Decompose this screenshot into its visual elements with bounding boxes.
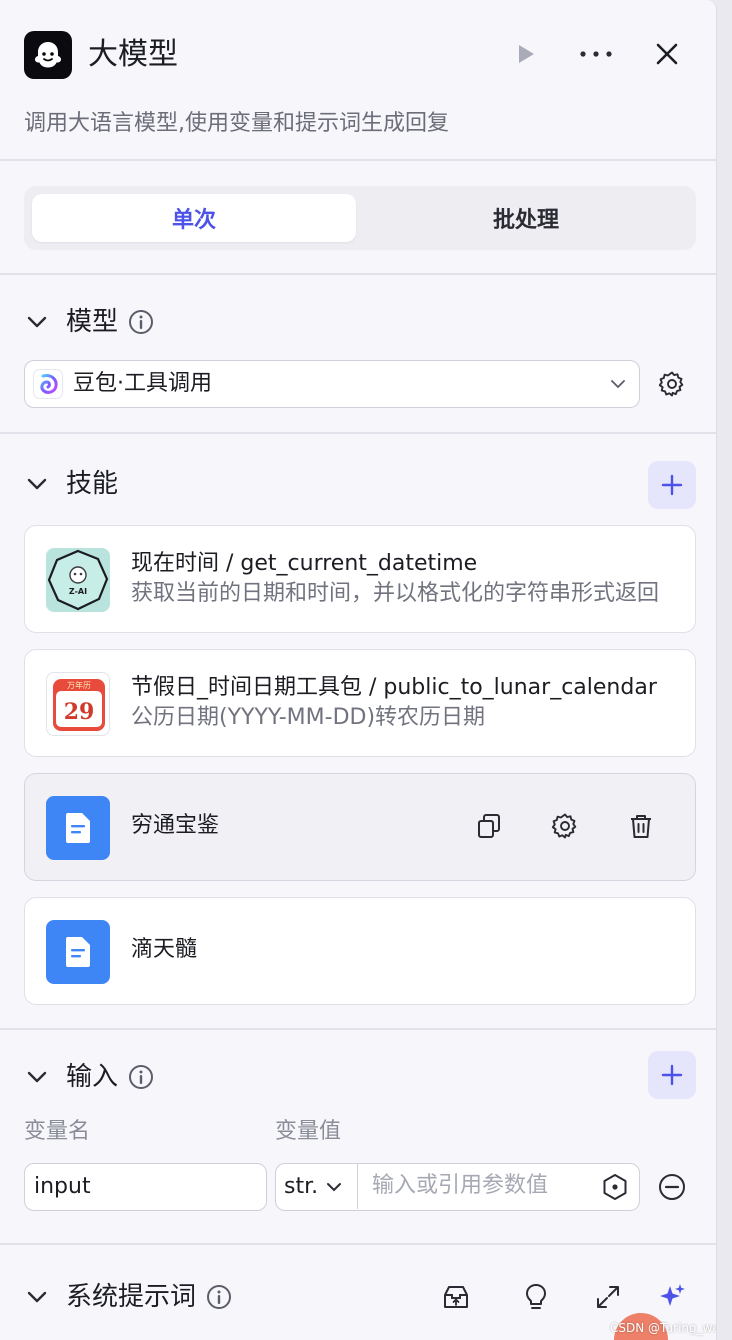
input-section-header: 输入 bbox=[24, 1057, 154, 1097]
tab-single[interactable]: 单次 bbox=[32, 194, 356, 242]
prompt-library-button[interactable] bbox=[436, 1277, 476, 1317]
divider bbox=[0, 273, 716, 275]
mode-switch: 单次 批处理 bbox=[24, 186, 696, 250]
remove-input-button[interactable] bbox=[652, 1167, 692, 1207]
system-prompt-section-header: 系统提示词 bbox=[24, 1277, 232, 1317]
variable-name-input[interactable]: input bbox=[24, 1163, 267, 1211]
calendar-top-label: 万年历 bbox=[67, 680, 91, 690]
type-select-value: str. bbox=[284, 1174, 319, 1199]
lightbulb-icon bbox=[526, 1284, 546, 1309]
document-icon bbox=[46, 796, 110, 860]
model-select-value: 豆包·工具调用 bbox=[73, 371, 212, 396]
prompt-tips-button[interactable] bbox=[516, 1277, 556, 1317]
skill-card[interactable]: 穷通宝鉴 bbox=[24, 773, 696, 881]
z-ai-bot-icon: Z-AI bbox=[46, 548, 110, 612]
model-section-title: 模型 bbox=[66, 307, 119, 337]
collapse-chevron-icon[interactable] bbox=[24, 471, 50, 497]
delete-skill-button[interactable] bbox=[621, 806, 661, 846]
calendar-icon: 万年历 29 bbox=[46, 672, 110, 736]
column-label-name: 变量名 bbox=[24, 1119, 91, 1144]
add-skill-button[interactable] bbox=[648, 461, 696, 509]
add-input-button[interactable] bbox=[648, 1051, 696, 1099]
collapse-chevron-icon[interactable] bbox=[24, 1064, 50, 1090]
skill-description: 获取当前的日期和时间，并以格式化的字符串形式返回 bbox=[131, 581, 660, 606]
reference-variable-icon[interactable] bbox=[601, 1173, 629, 1201]
minus-circle-icon bbox=[659, 1174, 685, 1200]
more-button[interactable] bbox=[578, 36, 614, 72]
column-label-value: 变量值 bbox=[275, 1119, 342, 1144]
panel-header: 大模型 调用大语言模型,使用变量和提示词生成回复 bbox=[0, 0, 716, 160]
info-icon[interactable] bbox=[128, 309, 154, 335]
prompt-library-icon bbox=[444, 1286, 468, 1308]
trash-icon bbox=[631, 815, 651, 838]
tab-batch[interactable]: 批处理 bbox=[364, 194, 688, 242]
divider bbox=[0, 1243, 716, 1245]
copy-icon bbox=[478, 814, 500, 838]
system-prompt-title: 系统提示词 bbox=[66, 1282, 197, 1312]
close-button[interactable] bbox=[649, 36, 685, 72]
skill-title: 节假日_时间日期工具包 / public_to_lunar_calendar bbox=[131, 675, 657, 700]
skill-title: 穷通宝鉴 bbox=[131, 813, 220, 838]
input-section-title: 输入 bbox=[66, 1062, 119, 1092]
calendar-day-label: 29 bbox=[64, 699, 95, 725]
info-icon[interactable] bbox=[206, 1284, 232, 1310]
skill-title: 现在时间 / get_current_datetime bbox=[131, 551, 478, 576]
divider bbox=[0, 432, 716, 434]
more-dots-icon bbox=[580, 51, 612, 57]
collapse-chevron-icon[interactable] bbox=[24, 1284, 50, 1310]
chevron-down-icon bbox=[611, 380, 625, 389]
close-icon bbox=[656, 43, 678, 65]
skills-section-header: 技能 bbox=[24, 464, 118, 504]
gear-icon bbox=[551, 813, 577, 839]
play-icon bbox=[519, 45, 534, 63]
chevron-down-icon bbox=[327, 1182, 342, 1191]
copy-skill-button[interactable] bbox=[469, 806, 509, 846]
skill-title: 滴天髓 bbox=[131, 937, 198, 962]
skill-description: 公历日期(YYYY-MM-DD)转农历日期 bbox=[131, 705, 486, 730]
watermark: CSDN @Turing_well bbox=[610, 1321, 717, 1335]
skill-card[interactable]: Z-AI 现在时间 / get_current_datetime 获取当前的日期… bbox=[24, 525, 696, 633]
skill-card[interactable]: 万年历 29 节假日_时间日期工具包 / public_to_lunar_cal… bbox=[24, 649, 696, 757]
collapse-chevron-icon[interactable] bbox=[24, 309, 50, 335]
plus-icon bbox=[661, 1064, 683, 1086]
divider bbox=[0, 1028, 716, 1030]
model-section-header: 模型 bbox=[24, 302, 154, 342]
run-button[interactable] bbox=[507, 36, 543, 72]
model-settings-button[interactable] bbox=[652, 364, 692, 404]
z-ai-label: Z-AI bbox=[69, 587, 87, 596]
divider bbox=[0, 159, 716, 161]
skills-section-title: 技能 bbox=[66, 469, 119, 499]
type-select[interactable]: str. bbox=[276, 1164, 358, 1209]
ai-optimize-button[interactable] bbox=[652, 1277, 692, 1317]
skill-card[interactable]: 滴天髓 bbox=[24, 897, 696, 1005]
variable-value-field: str. 输入或引用参数值 bbox=[275, 1163, 640, 1211]
llm-node-panel: 大模型 调用大语言模型,使用变量和提示词生成回复 单次 批处理 模型 豆包·工具… bbox=[0, 0, 717, 1340]
info-icon[interactable] bbox=[128, 1064, 154, 1090]
doubao-logo-icon bbox=[33, 369, 63, 399]
expand-icon bbox=[597, 1286, 619, 1308]
node-logo-icon bbox=[24, 31, 72, 79]
document-icon bbox=[46, 920, 110, 984]
gear-icon bbox=[658, 371, 684, 397]
expand-editor-button[interactable] bbox=[588, 1277, 628, 1317]
panel-subtitle: 调用大语言模型,使用变量和提示词生成回复 bbox=[24, 111, 449, 136]
plus-icon bbox=[661, 474, 683, 496]
model-select[interactable]: 豆包·工具调用 bbox=[24, 360, 640, 408]
sparkle-icon bbox=[660, 1284, 685, 1306]
value-placeholder[interactable]: 输入或引用参数值 bbox=[372, 1170, 548, 1202]
skill-settings-button[interactable] bbox=[545, 806, 585, 846]
panel-title: 大模型 bbox=[88, 37, 178, 72]
